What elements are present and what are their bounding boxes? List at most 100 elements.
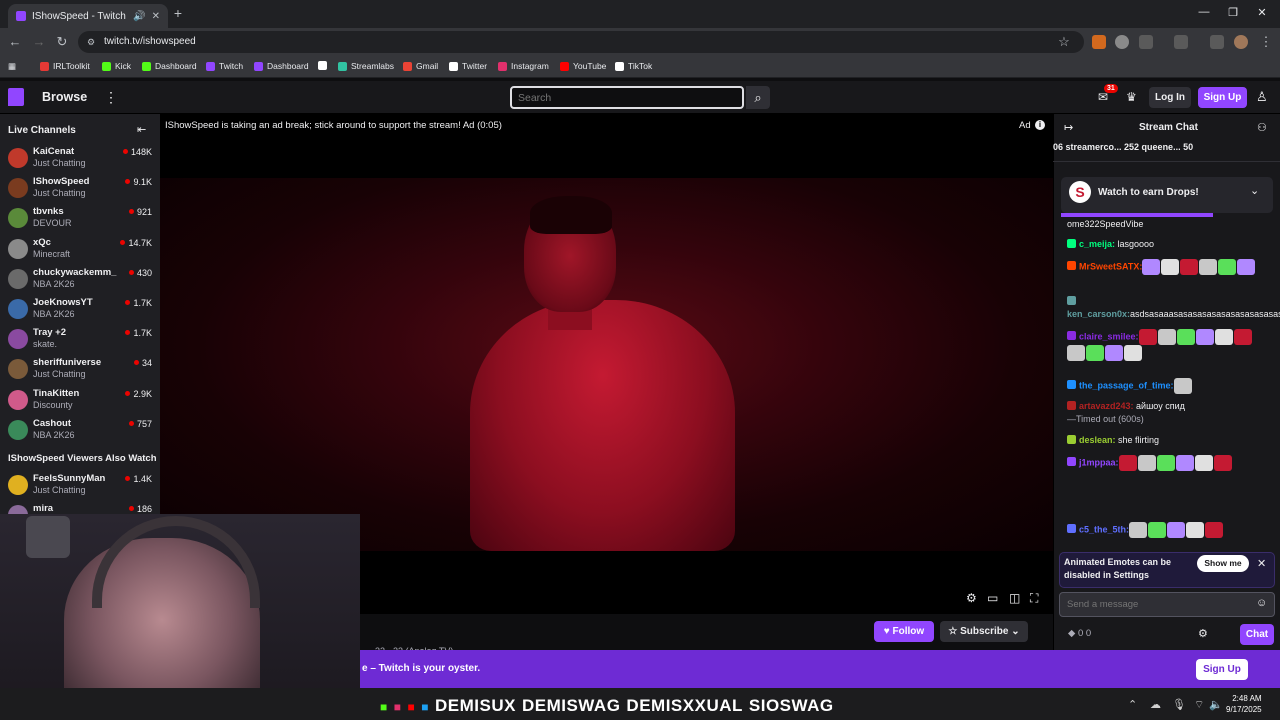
extension-icon[interactable] bbox=[1092, 35, 1106, 49]
system-clock[interactable]: 2:48 AM 9/17/2025 bbox=[1226, 693, 1262, 715]
bookmark-item[interactable]: TikTok bbox=[615, 61, 652, 71]
settings-gear-icon[interactable]: ⚙ bbox=[966, 591, 977, 605]
chat-input[interactable] bbox=[1059, 592, 1275, 617]
ad-info-icon[interactable]: i bbox=[1035, 120, 1045, 130]
emote-picker-icon[interactable]: ☺ bbox=[1256, 597, 1267, 609]
chat-username[interactable]: deslean: bbox=[1079, 435, 1116, 445]
bookmark-item[interactable] bbox=[318, 61, 331, 70]
chat-emote[interactable] bbox=[1213, 455, 1232, 471]
signup-button[interactable]: Sign Up bbox=[1198, 87, 1247, 108]
banner-signup-button[interactable]: Sign Up bbox=[1196, 659, 1248, 680]
chat-emote[interactable] bbox=[1175, 455, 1194, 471]
fullscreen-icon[interactable]: ⛶ bbox=[1030, 591, 1038, 606]
community-icon[interactable]: ⚇ bbox=[1257, 121, 1267, 134]
volume-icon[interactable]: 🔈 bbox=[1209, 698, 1223, 711]
show-me-button[interactable]: Show me bbox=[1197, 555, 1249, 572]
back-button[interactable]: ← bbox=[7, 34, 23, 50]
chat-emote[interactable] bbox=[1118, 455, 1137, 471]
chat-emote[interactable] bbox=[1218, 259, 1237, 275]
extensions-puzzle-icon[interactable] bbox=[1139, 35, 1153, 49]
close-icon[interactable]: ✕ bbox=[1257, 557, 1266, 570]
chat-username[interactable]: the_passage_of_time: bbox=[1079, 380, 1174, 390]
chat-emote[interactable] bbox=[1148, 522, 1167, 538]
search-input[interactable] bbox=[510, 86, 744, 109]
chat-emote[interactable] bbox=[1186, 522, 1205, 538]
chat-username[interactable]: c5_the_5th: bbox=[1079, 524, 1129, 534]
wifi-icon[interactable]: ⌔ bbox=[1194, 698, 1204, 712]
network-icon[interactable]: ☁ bbox=[1150, 698, 1161, 711]
sidebar-channel-item[interactable]: TinaKitten Discounty 2.9K bbox=[0, 385, 160, 415]
chat-username[interactable]: c_meija: bbox=[1079, 239, 1115, 249]
follow-button[interactable]: ♥ Follow bbox=[874, 621, 934, 642]
close-window-button[interactable]: ✕ bbox=[1252, 6, 1272, 19]
chat-username[interactable]: MrSweetSATX: bbox=[1079, 261, 1142, 271]
chat-username[interactable]: artavazd243: bbox=[1079, 401, 1134, 411]
chat-emote[interactable] bbox=[1157, 329, 1176, 345]
forward-button[interactable]: → bbox=[31, 34, 47, 50]
sidebar-channel-item[interactable]: chuckywackemm_ NBA 2K26 430 bbox=[0, 264, 160, 294]
bookmark-item[interactable]: YouTube bbox=[560, 61, 606, 71]
chat-emote[interactable] bbox=[1195, 329, 1214, 345]
channel-points[interactable]: ◆ 0 0 bbox=[1068, 628, 1091, 639]
bookmark-item[interactable]: Streamlabs bbox=[338, 61, 394, 71]
chat-emote[interactable] bbox=[1156, 455, 1175, 471]
chat-emote[interactable] bbox=[1173, 378, 1192, 394]
profile-avatar[interactable] bbox=[1234, 35, 1248, 49]
subscribe-button[interactable]: ☆ Subscribe ⌄ bbox=[940, 621, 1028, 642]
gift-leaderboard[interactable]: 06 streamerco... 252 queene... 50 bbox=[1053, 142, 1280, 162]
chat-emote[interactable] bbox=[1124, 345, 1142, 361]
close-tab-icon[interactable]: ✕ bbox=[152, 11, 160, 22]
mini-player-icon[interactable]: ◫ bbox=[1009, 591, 1020, 605]
bookmark-item[interactable]: Kick bbox=[102, 61, 131, 71]
microphone-icon[interactable]: 🎙 bbox=[1172, 698, 1186, 711]
sidebar-channel-item[interactable]: Tray +2 skate. 1.7K bbox=[0, 324, 160, 354]
speaker-icon[interactable]: 🔊 bbox=[133, 11, 145, 22]
sidebar-channel-item[interactable]: FeelsSunnyMan Just Chatting 1.4K bbox=[0, 470, 160, 500]
minimize-button[interactable]: — bbox=[1194, 6, 1214, 18]
cast-icon[interactable] bbox=[1174, 35, 1188, 49]
chat-emote[interactable] bbox=[1129, 522, 1148, 538]
bookmark-item[interactable]: IRLToolkit bbox=[40, 61, 90, 71]
collapse-chat-icon[interactable]: ↦ bbox=[1064, 121, 1073, 134]
sidebar-channel-item[interactable]: IShowSpeed Just Chatting 9.1K bbox=[0, 173, 160, 203]
chat-emote[interactable] bbox=[1142, 259, 1161, 275]
chat-emote[interactable] bbox=[1138, 329, 1157, 345]
browser-menu-icon[interactable]: ⋮ bbox=[1258, 34, 1274, 50]
new-tab-button[interactable]: + bbox=[170, 5, 186, 21]
browser-tab[interactable]: IShowSpeed - Twitch 🔊 ✕ bbox=[8, 4, 168, 28]
chat-emote[interactable] bbox=[1237, 259, 1256, 275]
reading-list-icon[interactable] bbox=[1210, 35, 1224, 49]
chat-emote[interactable] bbox=[1205, 522, 1224, 538]
bookmark-item[interactable]: Instagram bbox=[498, 61, 549, 71]
site-info-icon[interactable]: ⚙ bbox=[87, 31, 95, 53]
browse-link[interactable]: Browse bbox=[42, 90, 87, 104]
sidebar-channel-item[interactable]: sheriffuniverse Just Chatting 34 bbox=[0, 354, 160, 384]
chat-emote[interactable] bbox=[1214, 329, 1233, 345]
chat-emote[interactable] bbox=[1161, 259, 1180, 275]
twitch-logo-icon[interactable] bbox=[8, 88, 24, 106]
bookmark-item[interactable]: Dashboard bbox=[254, 61, 309, 71]
chevron-down-icon[interactable]: ⌄ bbox=[1250, 184, 1259, 197]
url-field[interactable]: ⚙ twitch.tv/ishowspeed bbox=[78, 31, 1084, 53]
bookmark-star-icon[interactable]: ☆ bbox=[1056, 34, 1072, 50]
bookmark-item[interactable]: Twitter bbox=[449, 61, 487, 71]
chat-send-button[interactable]: Chat bbox=[1240, 624, 1274, 645]
reload-button[interactable]: ↻ bbox=[54, 34, 70, 50]
search-icon[interactable]: ⌕ bbox=[746, 86, 770, 109]
theatre-mode-icon[interactable]: ▭ bbox=[987, 591, 998, 605]
collapse-sidebar-icon[interactable]: ⇤ bbox=[137, 123, 146, 136]
chat-emote[interactable] bbox=[1105, 345, 1123, 361]
sidebar-channel-item[interactable]: KaiCenat Just Chatting 148K bbox=[0, 143, 160, 173]
chat-emote[interactable] bbox=[1176, 329, 1195, 345]
chat-emote[interactable] bbox=[1086, 345, 1104, 361]
chat-emote[interactable] bbox=[1233, 329, 1252, 345]
login-button[interactable]: Log In bbox=[1149, 87, 1191, 108]
sidebar-channel-item[interactable]: xQc Minecraft 14.7K bbox=[0, 234, 160, 264]
chat-emote[interactable] bbox=[1067, 345, 1085, 361]
chat-username[interactable]: claire_smilee: bbox=[1079, 331, 1139, 341]
apps-grid-icon[interactable]: ▦ bbox=[8, 61, 16, 72]
chat-emote[interactable] bbox=[1137, 455, 1156, 471]
bookmark-item[interactable]: Gmail bbox=[403, 61, 438, 71]
maximize-button[interactable]: ❐ bbox=[1223, 6, 1243, 19]
bookmark-item[interactable]: Dashboard bbox=[142, 61, 197, 71]
